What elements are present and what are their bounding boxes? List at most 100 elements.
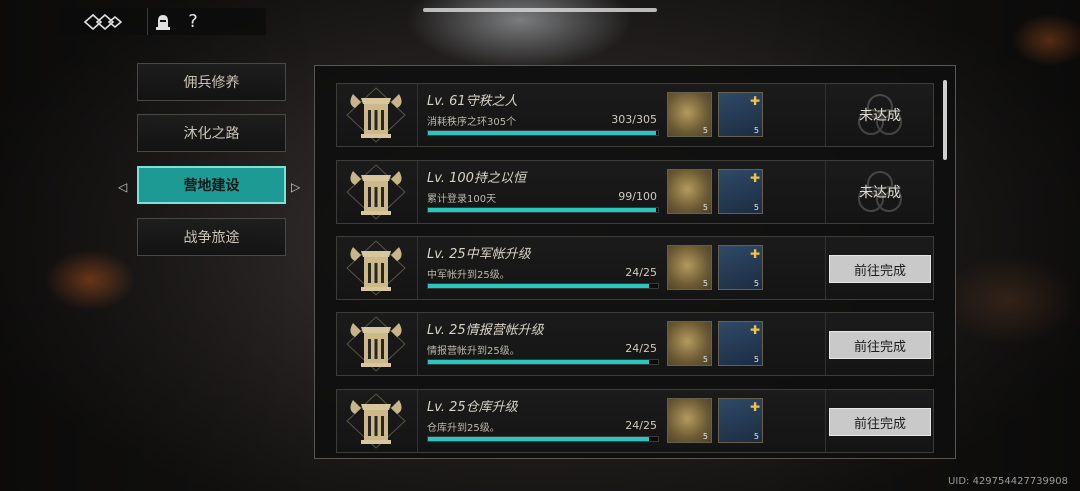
reward-qty: 5 — [753, 355, 759, 364]
card-divider — [417, 237, 418, 299]
tab-right-arrow-icon: ▷ — [291, 180, 301, 194]
tower-axe-emblem-icon — [346, 87, 406, 143]
reward-item-crate[interactable]: ✚ 5 — [718, 398, 763, 443]
task-emblem — [343, 392, 409, 450]
task-emblem — [343, 315, 409, 373]
tower-axe-emblem-icon — [346, 393, 406, 449]
reward-qty: 5 — [753, 126, 759, 135]
task-title: Lv. 25中军帐升级 — [427, 247, 531, 262]
go-complete-button[interactable]: 前往完成 — [829, 408, 931, 436]
reward-item-gold[interactable]: 5 — [667, 398, 712, 443]
reward-item-crate[interactable]: ✚ 5 — [718, 169, 763, 214]
knight-helmet-button[interactable] — [148, 8, 178, 35]
tab-label: 营地建设 — [183, 178, 240, 194]
tab-left-arrow-icon: ◁ — [118, 180, 128, 194]
card-divider — [825, 313, 826, 375]
tab-purification-road[interactable]: 沐化之路 — [137, 114, 286, 152]
reward-item-crate[interactable]: ✚ 5 — [718, 245, 763, 290]
reward-qty: 5 — [753, 203, 759, 212]
reward-item-gold[interactable]: 5 — [667, 245, 712, 290]
tab-war-journey[interactable]: 战争旅途 — [137, 218, 286, 256]
task-card: Lv. 25情报营帐升级 情报营帐升到25级。 24/25 5 ✚ 5 前往完成 — [336, 312, 934, 376]
card-divider — [825, 84, 826, 146]
task-progress-count: 24/25 — [625, 342, 657, 355]
tab-label: 佣兵修养 — [183, 75, 240, 91]
help-button[interactable]: ? — [178, 8, 208, 35]
task-description: 中军帐升到25级。 — [427, 270, 510, 281]
task-status-incomplete: 未达成 — [827, 84, 933, 146]
task-description: 累计登录100天 — [427, 194, 497, 205]
top-hud-bar: ? — [58, 8, 266, 35]
reward-item-crate[interactable]: ✚ 5 — [718, 92, 763, 137]
tower-axe-emblem-icon — [346, 164, 406, 220]
user-id-label: UID: 429754427739908 — [948, 476, 1068, 487]
card-divider — [417, 390, 418, 452]
diamond-logo-icon — [83, 13, 122, 30]
task-progress-fill — [428, 131, 657, 135]
task-title: Lv. 100持之以恒 — [427, 171, 526, 186]
task-description: 仓库升到25级。 — [427, 423, 500, 434]
plus-sparkle-icon: ✚ — [749, 94, 760, 108]
task-progress-bar — [427, 283, 659, 289]
reward-qty: 5 — [702, 432, 708, 441]
task-progress-count: 99/100 — [618, 190, 657, 203]
card-divider — [825, 161, 826, 223]
reward-qty: 5 — [753, 279, 759, 288]
plus-sparkle-icon: ✚ — [749, 171, 760, 185]
home-logo-button[interactable] — [58, 8, 148, 35]
task-progress-bar — [427, 436, 659, 442]
task-title: Lv. 25情报营帐升级 — [427, 323, 544, 338]
tab-mercenary-training[interactable]: 佣兵修养 — [137, 63, 286, 101]
status-label: 未达成 — [859, 185, 901, 201]
card-divider — [417, 313, 418, 375]
card-divider — [417, 161, 418, 223]
tab-label: 沐化之路 — [183, 126, 240, 142]
task-card: Lv. 25仓库升级 仓库升到25级。 24/25 5 ✚ 5 前往完成 — [336, 389, 934, 453]
task-progress-count: 24/25 — [625, 266, 657, 279]
reward-qty: 5 — [753, 432, 759, 441]
go-complete-button[interactable]: 前往完成 — [829, 255, 931, 283]
task-card: Lv. 61守秩之人 消耗秩序之环305个 303/305 5 ✚ 5 未达成 — [336, 83, 934, 147]
task-progress-fill — [428, 284, 649, 288]
reward-qty: 5 — [702, 279, 708, 288]
task-emblem — [343, 239, 409, 297]
reward-item-gold[interactable]: 5 — [667, 169, 712, 214]
task-progress-count: 303/305 — [611, 113, 657, 126]
tower-axe-emblem-icon — [346, 316, 406, 372]
reward-qty: 5 — [702, 126, 708, 135]
task-card: Lv. 25中军帐升级 中军帐升到25级。 24/25 5 ✚ 5 前往完成 — [336, 236, 934, 300]
plus-sparkle-icon: ✚ — [749, 400, 760, 414]
task-progress-fill — [428, 360, 649, 364]
task-title: Lv. 61守秩之人 — [427, 94, 518, 109]
reward-item-gold[interactable]: 5 — [667, 92, 712, 137]
reward-item-crate[interactable]: ✚ 5 — [718, 321, 763, 366]
helmet-icon — [156, 14, 170, 30]
task-list-scrollbar[interactable] — [943, 80, 947, 160]
card-divider — [417, 84, 418, 146]
reward-qty: 5 — [702, 203, 708, 212]
task-emblem — [343, 163, 409, 221]
task-progress-count: 24/25 — [625, 419, 657, 432]
tab-label: 战争旅途 — [183, 230, 240, 246]
help-question-icon: ? — [188, 11, 198, 32]
plus-sparkle-icon: ✚ — [749, 247, 760, 261]
top-swipe-indicator — [423, 8, 657, 12]
reward-item-gold[interactable]: 5 — [667, 321, 712, 366]
task-status-incomplete: 未达成 — [827, 161, 933, 223]
task-description: 情报营帐升到25级。 — [427, 346, 520, 357]
card-divider — [825, 390, 826, 452]
plus-sparkle-icon: ✚ — [749, 323, 760, 337]
task-progress-bar — [427, 130, 659, 136]
tab-camp-construction[interactable]: 营地建设 — [137, 166, 286, 204]
task-progress-bar — [427, 359, 659, 365]
go-complete-button[interactable]: 前往完成 — [829, 331, 931, 359]
task-emblem — [343, 86, 409, 144]
task-card: Lv. 100持之以恒 累计登录100天 99/100 5 ✚ 5 未达成 — [336, 160, 934, 224]
card-divider — [825, 237, 826, 299]
task-description: 消耗秩序之环305个 — [427, 117, 517, 128]
task-progress-fill — [428, 208, 656, 212]
status-label: 未达成 — [859, 108, 901, 124]
reward-qty: 5 — [702, 355, 708, 364]
task-title: Lv. 25仓库升级 — [427, 400, 518, 415]
tower-axe-emblem-icon — [346, 240, 406, 296]
